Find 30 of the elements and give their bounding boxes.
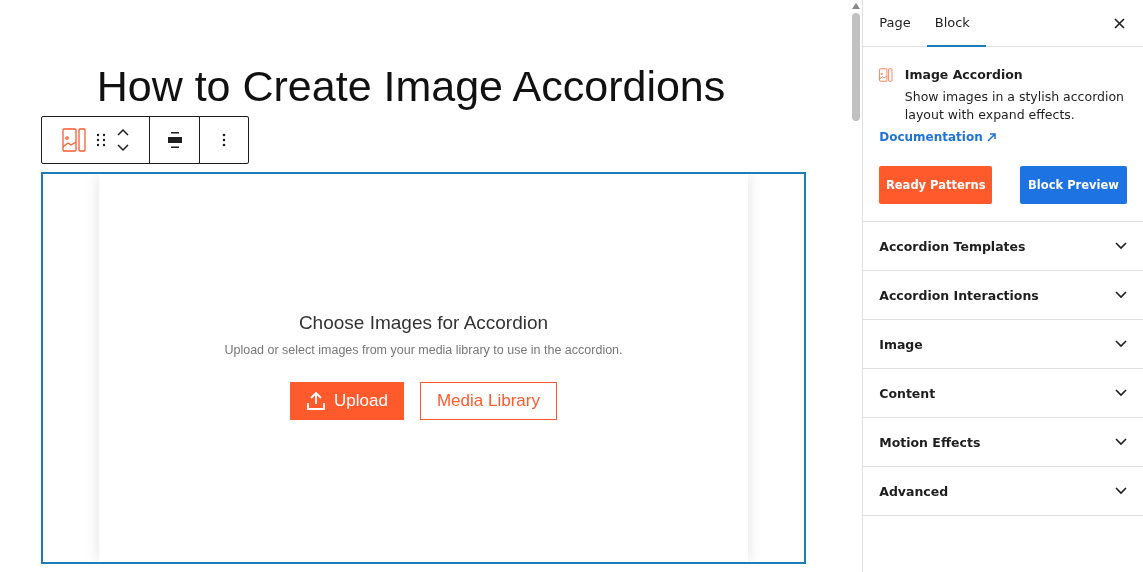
block-description: Show images in a stylish accordion layout with expand effects. [904, 88, 1126, 124]
align-center-icon [166, 131, 183, 149]
chevron-icon [1115, 340, 1127, 348]
external-arrow-icon [986, 132, 996, 142]
chevron-icon [1115, 438, 1127, 446]
align-button[interactable] [166, 131, 183, 149]
placeholder-description: Upload or select images from your media library to use in the accordion. [224, 343, 623, 357]
image-block-icon [61, 128, 86, 152]
move-button[interactable] [115, 127, 130, 153]
drag-handle[interactable] [95, 133, 106, 147]
sidebar-tab[interactable]: Block [926, 0, 986, 47]
options-button[interactable] [222, 133, 227, 147]
placeholder-heading: Choose Images for Accordion [298, 312, 549, 334]
post-title[interactable]: How to Create Image Accordions [0, 58, 822, 114]
chevron-icon [1115, 291, 1127, 299]
more-vertical-icon [222, 133, 227, 147]
drag-icon [95, 133, 106, 147]
block-name: Image Accordion [904, 67, 1024, 82]
close-icon [1114, 17, 1125, 29]
upload-icon [306, 391, 327, 411]
sidebar-tab[interactable]: Page [871, 0, 927, 47]
scrollbar-thumb[interactable] [851, 13, 860, 121]
scroll-up-icon[interactable] [851, 3, 860, 9]
up-down-icon [115, 127, 130, 153]
chevron-icon [1115, 242, 1127, 250]
block-preview-button[interactable]: Block Preview [1020, 166, 1127, 204]
chevron-icon [1115, 487, 1127, 495]
documentation-link[interactable]: Documentation [879, 130, 996, 144]
chevron-icon [1115, 389, 1127, 397]
block-type-button[interactable] [61, 128, 86, 152]
